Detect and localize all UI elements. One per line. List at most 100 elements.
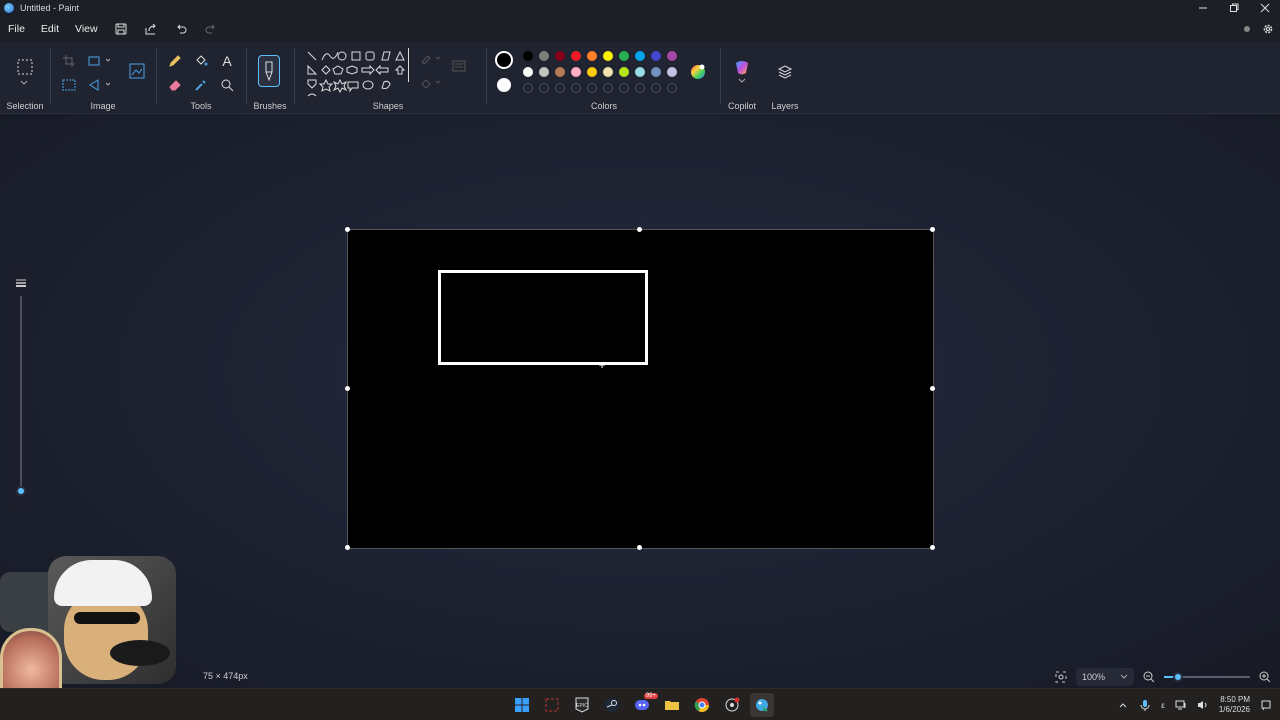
- palette-color-swatch[interactable]: [651, 67, 661, 77]
- palette-color-swatch[interactable]: [651, 51, 661, 61]
- settings-gear-icon[interactable]: [1260, 21, 1276, 37]
- fit-to-window-icon[interactable]: [1054, 670, 1068, 684]
- zoom-in-icon[interactable]: [1258, 670, 1272, 684]
- magnifier-icon[interactable]: [218, 76, 236, 94]
- brush-icon[interactable]: [258, 55, 280, 87]
- custom-color-slot[interactable]: [587, 83, 597, 93]
- zoom-slider-thumb[interactable]: [1172, 672, 1183, 682]
- shape-outline-icon[interactable]: [418, 52, 444, 66]
- close-button[interactable]: [1249, 0, 1280, 16]
- account-icon[interactable]: [1240, 22, 1254, 36]
- notifications-icon[interactable]: [1260, 699, 1272, 711]
- snipping-tool-icon[interactable]: [540, 693, 564, 717]
- resize-handle-top[interactable]: [637, 227, 642, 232]
- fill-bucket-icon[interactable]: [192, 52, 210, 70]
- palette-color-swatch[interactable]: [603, 67, 613, 77]
- custom-color-slot[interactable]: [619, 83, 629, 93]
- input-language-indicator[interactable]: ε: [1161, 701, 1165, 710]
- menu-view[interactable]: View: [67, 16, 106, 42]
- palette-color-swatch[interactable]: [603, 51, 613, 61]
- palette-color-swatch[interactable]: [571, 67, 581, 77]
- palette-color-swatch[interactable]: [555, 67, 565, 77]
- zoom-level-dropdown[interactable]: 100%: [1076, 668, 1134, 686]
- primary-color-swatch[interactable]: [495, 51, 513, 69]
- palette-color-swatch[interactable]: [635, 51, 645, 61]
- palette-color-swatch[interactable]: [619, 51, 629, 61]
- layers-icon[interactable]: [775, 62, 795, 82]
- custom-color-slot[interactable]: [523, 83, 533, 93]
- custom-color-slot[interactable]: [635, 83, 645, 93]
- shapes-gallery[interactable]: [302, 48, 412, 100]
- text-tool-icon[interactable]: A: [218, 52, 236, 70]
- copilot-chevron-down-icon[interactable]: [738, 78, 746, 84]
- obs-record-icon[interactable]: [720, 693, 744, 717]
- shape-size-icon[interactable]: [450, 58, 468, 74]
- drawn-rectangle-shape[interactable]: [438, 270, 648, 365]
- palette-color-swatch[interactable]: [571, 51, 581, 61]
- palette-color-swatch[interactable]: [539, 67, 549, 77]
- custom-color-slot[interactable]: [603, 83, 613, 93]
- zoom-out-icon[interactable]: [1142, 670, 1156, 684]
- edit-colors-icon[interactable]: [688, 62, 708, 82]
- pencil-icon[interactable]: [166, 52, 184, 70]
- undo-icon[interactable]: [166, 16, 196, 42]
- remove-background-icon[interactable]: [60, 76, 78, 94]
- brush-size-track[interactable]: [20, 296, 22, 486]
- shapes-scrollbar[interactable]: [408, 48, 409, 82]
- rotate-flip-icon[interactable]: [86, 76, 114, 94]
- share-icon[interactable]: [136, 16, 166, 42]
- windows-start-icon[interactable]: [510, 693, 534, 717]
- custom-color-slot[interactable]: [555, 83, 565, 93]
- color-picker-icon[interactable]: [192, 76, 210, 94]
- resize-handle-bottom-right[interactable]: [930, 545, 935, 550]
- microphone-icon[interactable]: [1139, 699, 1151, 711]
- eraser-icon[interactable]: [166, 76, 184, 94]
- palette-color-swatch[interactable]: [539, 51, 549, 61]
- palette-color-swatch[interactable]: [587, 67, 597, 77]
- taskbar-clock[interactable]: 8:50 PM 1/6/2026: [1219, 695, 1250, 715]
- rectangle-select-icon[interactable]: [14, 56, 36, 78]
- palette-color-swatch[interactable]: [667, 67, 677, 77]
- brush-size-slider[interactable]: [10, 270, 32, 506]
- image-properties-icon[interactable]: [126, 60, 148, 82]
- palette-color-swatch[interactable]: [619, 67, 629, 77]
- redo-icon[interactable]: [196, 16, 226, 42]
- file-explorer-icon[interactable]: [660, 693, 684, 717]
- volume-icon[interactable]: [1197, 699, 1209, 711]
- resize-handle-bottom[interactable]: [637, 545, 642, 550]
- custom-color-slot[interactable]: [571, 83, 581, 93]
- custom-color-slot[interactable]: [667, 83, 677, 93]
- menu-edit[interactable]: Edit: [33, 16, 67, 42]
- drawing-canvas[interactable]: [347, 229, 934, 549]
- palette-color-swatch[interactable]: [523, 67, 533, 77]
- copilot-icon[interactable]: [732, 58, 752, 78]
- chevron-down-icon[interactable]: [19, 79, 29, 87]
- palette-color-swatch[interactable]: [587, 51, 597, 61]
- resize-handle-top-left[interactable]: [345, 227, 350, 232]
- brush-size-thumb[interactable]: [16, 486, 26, 496]
- menu-file[interactable]: File: [0, 16, 33, 42]
- palette-color-swatch[interactable]: [523, 51, 533, 61]
- network-icon[interactable]: [1175, 699, 1187, 711]
- resize-icon[interactable]: [86, 52, 114, 70]
- shape-fill-icon[interactable]: [418, 76, 444, 90]
- secondary-color-swatch[interactable]: [497, 78, 511, 92]
- chrome-icon[interactable]: [690, 693, 714, 717]
- discord-icon[interactable]: 99+: [630, 693, 658, 717]
- paint-taskbar-icon[interactable]: [750, 693, 774, 717]
- steam-icon[interactable]: [600, 693, 624, 717]
- chevron-up-icon[interactable]: [1117, 699, 1129, 711]
- palette-color-swatch[interactable]: [635, 67, 645, 77]
- restore-button[interactable]: [1218, 0, 1249, 16]
- epic-games-icon[interactable]: EPIC: [570, 693, 594, 717]
- zoom-slider[interactable]: [1164, 672, 1250, 682]
- minimize-button[interactable]: [1187, 0, 1218, 16]
- custom-color-slot[interactable]: [651, 83, 661, 93]
- save-icon[interactable]: [106, 16, 136, 42]
- palette-color-swatch[interactable]: [667, 51, 677, 61]
- palette-color-swatch[interactable]: [555, 51, 565, 61]
- resize-handle-top-right[interactable]: [930, 227, 935, 232]
- crop-icon[interactable]: [60, 52, 78, 70]
- resize-handle-bottom-left[interactable]: [345, 545, 350, 550]
- custom-color-slot[interactable]: [539, 83, 549, 93]
